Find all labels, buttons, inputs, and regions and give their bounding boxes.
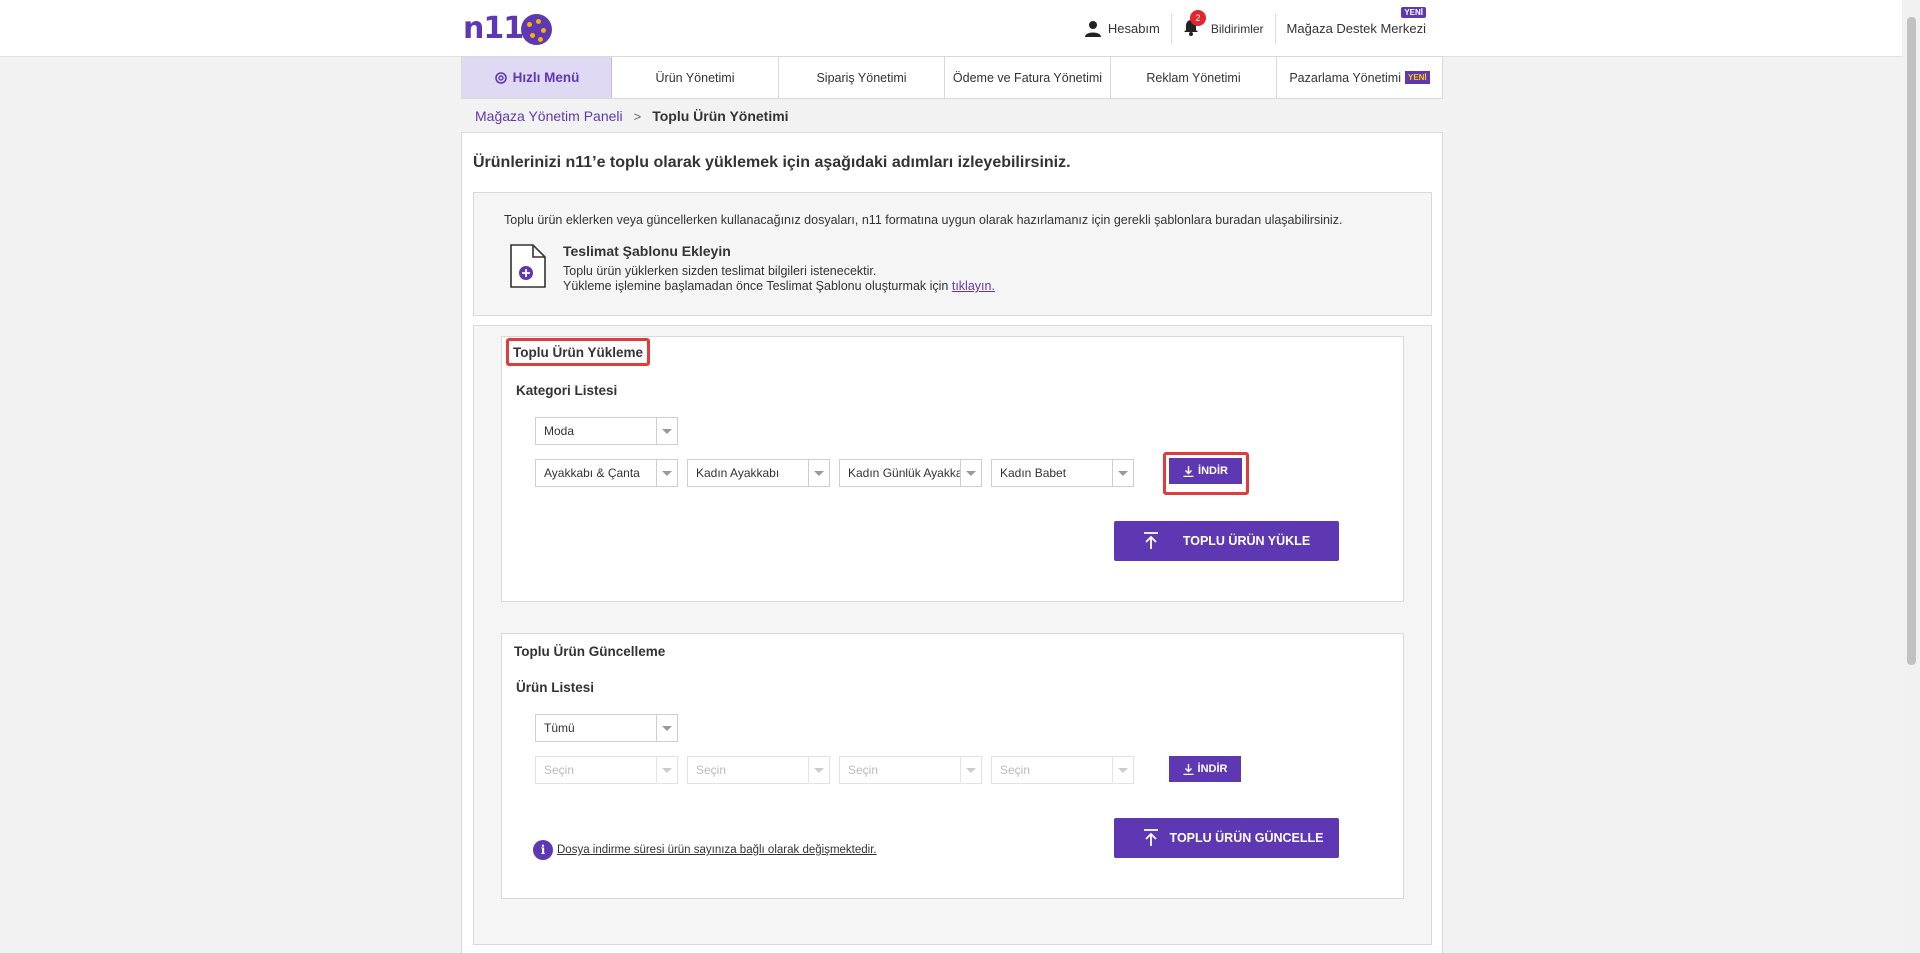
template-description: Toplu ürün yüklerken sizden teslimat bil… [563, 264, 995, 294]
quick-menu-button[interactable]: Hızlı Menü [462, 57, 612, 98]
nav-marketing-management[interactable]: Pazarlama Yönetimi YENİ [1277, 57, 1442, 98]
n11-logo[interactable]: n11 [463, 9, 553, 49]
account-menu[interactable]: Hesabım [1073, 14, 1171, 44]
template-info-text: Toplu ürün eklerken veya güncellerken ku… [504, 213, 1343, 227]
select-value: Ayakkabı & Çanta [544, 466, 640, 480]
select-value: Seçin [1000, 763, 1031, 777]
new-badge: YENİ [1404, 71, 1430, 84]
download-label: İNDİR [1197, 763, 1228, 775]
breadcrumb-root-link[interactable]: Mağaza Yönetim Paneli [475, 108, 623, 124]
logo-text: n11 [463, 11, 524, 46]
chevron-down-icon [1112, 460, 1133, 486]
template-desc-line-1: Toplu ürün yüklerken sizden teslimat bil… [563, 264, 877, 278]
bulk-update-button[interactable]: TOPLU ÜRÜN GÜNCELLE [1114, 818, 1339, 858]
download-icon [1183, 465, 1194, 477]
nav-ad-management[interactable]: Reklam Yönetimi [1111, 57, 1277, 98]
select-value: Kadın Ayakkabı [696, 466, 780, 480]
new-badge: YENİ [1401, 6, 1426, 18]
user-icon [1084, 20, 1101, 37]
chevron-down-icon [656, 418, 677, 444]
nav-label: Ödeme ve Fatura Yönetimi [952, 70, 1103, 85]
ladybug-icon [521, 13, 553, 45]
category-select-4[interactable]: Kadın Babet [991, 459, 1134, 487]
nav-label: Pazarlama Yönetimi [1289, 70, 1401, 85]
download-duration-note: i Dosya indirme süresi ürün sayınıza bağ… [533, 840, 877, 860]
bulk-update-title: Toplu Ürün Güncelleme [514, 644, 666, 659]
product-select-1[interactable]: Seçin [535, 756, 678, 784]
download-product-list-button[interactable]: İNDİR [1169, 756, 1241, 782]
page-heading: Ürünlerinizi n11’e toplu olarak yüklemek… [473, 154, 1071, 171]
chevron-down-icon [656, 757, 677, 783]
page-scrollbar[interactable] [1903, 0, 1920, 953]
upload-icon [1144, 829, 1158, 846]
template-desc-line-2: Yükleme işlemine başlamadan önce Teslima… [563, 279, 952, 293]
nav-product-management[interactable]: Ürün Yönetimi [612, 57, 779, 98]
category-select-3[interactable]: Kadın Günlük Ayakkabı [839, 459, 982, 487]
main-nav: Hızlı Menü Ürün Yönetimi Sipariş Yönetim… [461, 56, 1443, 99]
download-category-button[interactable]: İNDİR [1169, 458, 1242, 484]
notifications-label: Bildirimler [1210, 21, 1264, 36]
document-add-icon [510, 244, 546, 288]
nav-order-management[interactable]: Sipariş Yönetimi [779, 57, 945, 98]
bulk-upload-title: Toplu Ürün Yükleme [506, 338, 651, 366]
template-title: Teslimat Şablonu Ekleyin [563, 243, 731, 259]
select-value: Kadın Babet [1000, 466, 1067, 480]
category-select-2[interactable]: Kadın Ayakkabı [687, 459, 830, 487]
select-value: Moda [544, 424, 575, 438]
notifications-menu[interactable]: 2 Bildirimler [1172, 9, 1275, 44]
select-value: Kadın Günlük Ayakkabı [848, 466, 960, 480]
store-support-link[interactable]: Mağaza Destek Merkezi YENİ [1276, 6, 1437, 44]
nav-label: Ürün Yönetimi [655, 70, 735, 85]
bulk-upload-button[interactable]: TOPLU ÜRÜN YÜKLE [1114, 521, 1339, 561]
product-select-2[interactable]: Seçin [687, 756, 830, 784]
nav-label: Sipariş Yönetimi [816, 70, 907, 85]
info-icon: i [533, 840, 553, 860]
chevron-down-icon [808, 757, 829, 783]
download-icon [1183, 763, 1194, 775]
product-select-4[interactable]: Seçin [991, 756, 1134, 784]
nav-label: Reklam Yönetimi [1146, 70, 1241, 85]
chevron-down-icon [656, 460, 677, 486]
product-select-main[interactable]: Tümü [535, 714, 678, 742]
chevron-down-icon [1112, 757, 1133, 783]
template-info-box: Toplu ürün eklerken veya güncellerken ku… [473, 192, 1432, 316]
category-select-1[interactable]: Ayakkabı & Çanta [535, 459, 678, 487]
category-select-main[interactable]: Moda [535, 417, 678, 445]
quick-menu-label: Hızlı Menü [512, 70, 580, 85]
bulk-update-card: Toplu Ürün Güncelleme Ürün Listesi Tümü … [501, 633, 1404, 899]
breadcrumb-separator: > [633, 108, 642, 124]
select-value: Tümü [544, 721, 575, 735]
bulk-operations-container: Toplu Ürün Yükleme Kategori Listesi Moda… [473, 325, 1432, 945]
chevron-down-icon [808, 460, 829, 486]
create-template-link[interactable]: tıklayın. [952, 279, 995, 293]
chevron-down-icon [960, 460, 981, 486]
breadcrumb: Mağaza Yönetim Paneli > Toplu Ürün Yönet… [475, 108, 789, 124]
gear-icon [494, 71, 507, 84]
select-value: Seçin [544, 763, 575, 777]
product-list-title: Ürün Listesi [516, 680, 595, 695]
bulk-upload-card: Toplu Ürün Yükleme Kategori Listesi Moda… [501, 336, 1404, 602]
category-list-title: Kategori Listesi [516, 383, 618, 398]
download-duration-text[interactable]: Dosya indirme süresi ürün sayınıza bağlı… [557, 844, 877, 856]
chevron-down-icon [960, 757, 981, 783]
select-value: Seçin [696, 763, 727, 777]
download-label: İNDİR [1198, 465, 1228, 477]
chevron-down-icon [656, 715, 677, 741]
store-support-label: Mağaza Destek Merkezi [1286, 21, 1426, 36]
breadcrumb-current: Toplu Ürün Yönetimi [652, 108, 789, 124]
select-value: Seçin [848, 763, 879, 777]
product-select-3[interactable]: Seçin [839, 756, 982, 784]
scrollbar-thumb[interactable] [1907, 17, 1916, 665]
notification-count-badge: 2 [1189, 9, 1206, 26]
upload-icon [1144, 532, 1158, 549]
account-label: Hesabım [1107, 21, 1160, 36]
nav-payment-invoice-management[interactable]: Ödeme ve Fatura Yönetimi [945, 57, 1111, 98]
top-header: n11 Hesabım 2 Bildirimler Mağaza Destek … [0, 0, 1902, 57]
main-panel: Ürünlerinizi n11’e toplu olarak yüklemek… [461, 132, 1443, 953]
